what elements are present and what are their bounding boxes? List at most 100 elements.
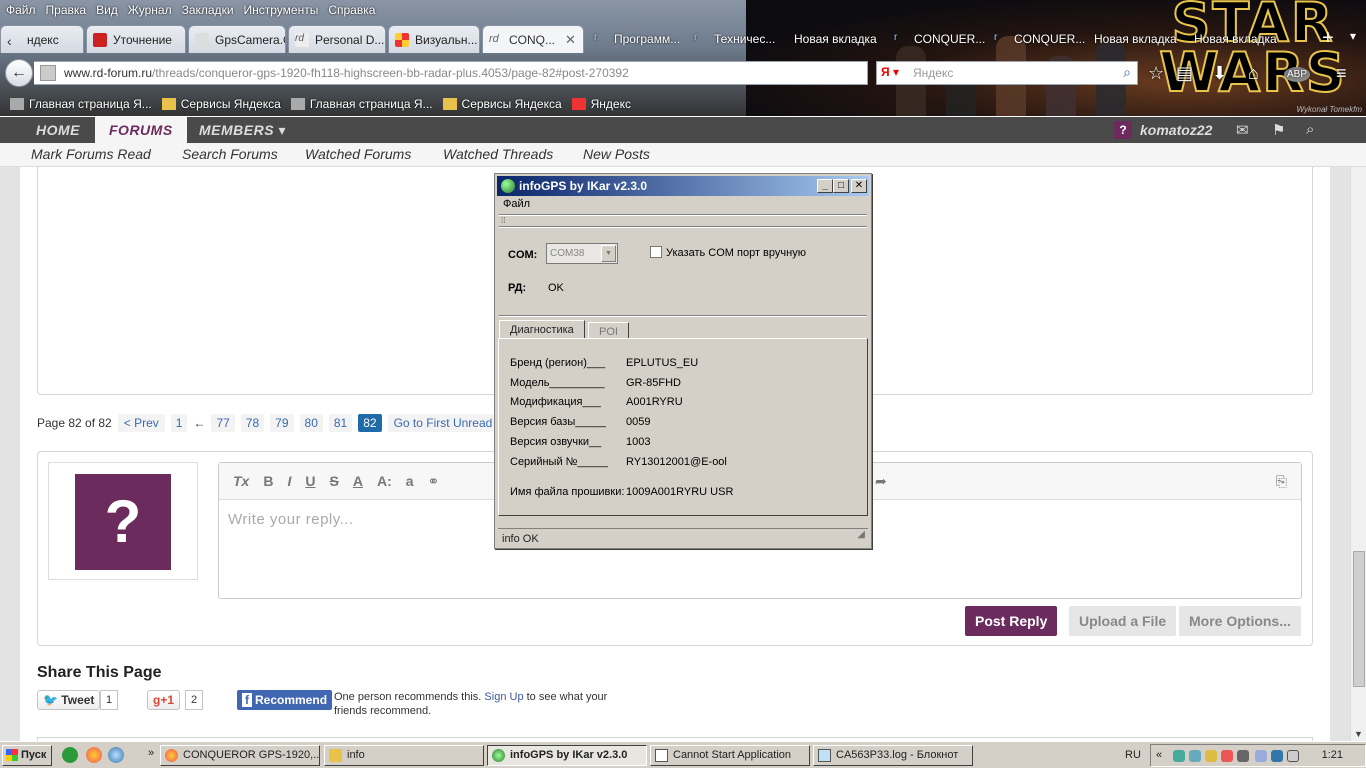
com-port-select[interactable]: COM38 ▼: [546, 243, 618, 264]
scroll-down-arrow-icon[interactable]: ▼: [1354, 729, 1363, 739]
search-icon[interactable]: ⌕: [1123, 64, 1131, 81]
quicklaunch-more-icon[interactable]: »: [148, 747, 154, 759]
menu-help[interactable]: Справка: [328, 3, 375, 17]
tray-app-icon[interactable]: [1173, 750, 1185, 762]
ellipsis-arrow[interactable]: ←: [193, 416, 205, 430]
font-family-icon[interactable]: a: [406, 473, 414, 489]
page-link[interactable]: 1: [170, 414, 188, 432]
menu-file[interactable]: Файл: [503, 198, 530, 210]
task-infogps[interactable]: infoGPS by IKar v2.3.0: [487, 745, 647, 766]
resize-grip-icon[interactable]: ◢: [857, 525, 865, 545]
underline-icon[interactable]: U: [305, 473, 315, 489]
tab-list-chevron-icon[interactable]: ▾: [1350, 29, 1356, 43]
tray-app-icon[interactable]: [1237, 750, 1249, 762]
page-link[interactable]: 78: [240, 414, 265, 432]
yandex-search-icon[interactable]: Я ▾: [881, 65, 899, 79]
new-posts-link[interactable]: New Posts: [583, 146, 650, 162]
home-icon[interactable]: ⌂: [1248, 63, 1259, 84]
tab[interactable]: Уточнение: [86, 25, 186, 53]
page-link[interactable]: 80: [299, 414, 323, 432]
toggle-bbcode-icon[interactable]: ⎘: [1276, 473, 1287, 490]
more-options-button[interactable]: More Options...: [1179, 606, 1301, 636]
tab-scroll-left-icon[interactable]: ‹: [7, 33, 21, 49]
utorrent-icon[interactable]: [62, 747, 78, 763]
tab[interactable]: rd Personal D...: [288, 25, 386, 53]
upload-file-button[interactable]: Upload a File: [1069, 606, 1177, 636]
menu-bookmarks[interactable]: Закладки: [182, 3, 234, 17]
menu-view[interactable]: Вид: [96, 3, 118, 17]
nav-members[interactable]: MEMBERS ▾: [199, 117, 286, 143]
maximize-button[interactable]: □: [833, 179, 849, 193]
tray-expand-icon[interactable]: «: [1156, 749, 1162, 761]
menu-edit[interactable]: Правка: [46, 3, 87, 17]
user-menu[interactable]: ? komatoz22: [1114, 121, 1212, 139]
safely-remove-icon[interactable]: [1255, 750, 1267, 762]
tab[interactable]: Новая вкладка: [1088, 25, 1186, 53]
network-icon[interactable]: [1271, 750, 1283, 762]
bookmark-item[interactable]: Сервисы Яндекса: [442, 97, 562, 111]
tab[interactable]: r CONQUER...: [888, 25, 986, 53]
clock[interactable]: 1:21: [1322, 749, 1343, 761]
inbox-icon[interactable]: ✉: [1236, 121, 1249, 139]
tab[interactable]: GpsCamera.Org: [188, 25, 286, 53]
bookmarks-list-icon[interactable]: ▤: [1176, 63, 1193, 84]
first-unread-link[interactable]: Go to First Unread: [387, 414, 499, 432]
page-scrollbar[interactable]: ▼: [1350, 167, 1366, 741]
search-icon[interactable]: ⌕: [1306, 121, 1314, 138]
scrollbar-thumb[interactable]: [1353, 551, 1365, 687]
bookmark-item[interactable]: Сервисы Яндекса: [161, 97, 281, 111]
tab-active[interactable]: rd CONQ... ✕: [482, 25, 584, 53]
language-indicator[interactable]: RU: [1125, 749, 1141, 761]
google-plus-button[interactable]: g+1: [147, 690, 181, 710]
current-page[interactable]: 82: [358, 414, 382, 432]
menu-file[interactable]: Файл: [6, 3, 36, 17]
redo-icon[interactable]: ➦: [875, 473, 887, 490]
bold-icon[interactable]: B: [263, 473, 273, 489]
new-tab-button[interactable]: +: [1322, 27, 1334, 50]
network-icon[interactable]: [108, 747, 124, 763]
nav-forums[interactable]: FORUMS: [95, 117, 187, 143]
tweet-button[interactable]: 🐦 Tweet: [37, 690, 101, 710]
strikethrough-icon[interactable]: S: [329, 473, 338, 489]
task-notepad[interactable]: CA563P33.log - Блокнот: [813, 745, 973, 766]
dropdown-arrow-icon[interactable]: ▼: [601, 245, 616, 262]
text-color-icon[interactable]: A: [353, 473, 363, 489]
close-tab-icon[interactable]: ✕: [565, 32, 576, 48]
tab-diagnostics[interactable]: Диагностика: [499, 320, 585, 339]
start-button[interactable]: Пуск: [2, 745, 52, 766]
search-forums-link[interactable]: Search Forums: [182, 146, 278, 162]
manual-com-checkbox[interactable]: [650, 246, 662, 258]
bookmark-star-icon[interactable]: ☆: [1148, 63, 1164, 84]
window-titlebar[interactable]: infoGPS by IKar v2.3.0 _ □ ✕: [497, 176, 869, 196]
back-button[interactable]: ←: [5, 59, 33, 87]
font-size-icon[interactable]: A:: [377, 473, 392, 489]
facebook-recommend-button[interactable]: f Recommend: [237, 690, 333, 710]
facebook-signup-link[interactable]: Sign Up: [484, 691, 523, 703]
alerts-flag-icon[interactable]: ⚑: [1272, 121, 1285, 139]
tab[interactable]: r Техничес...: [688, 25, 786, 53]
task-info[interactable]: info: [324, 745, 484, 766]
mark-forums-read-link[interactable]: Mark Forums Read: [31, 146, 151, 162]
download-icon[interactable]: ⬇: [1212, 63, 1227, 84]
hamburger-menu-icon[interactable]: ≡: [1336, 63, 1347, 84]
prev-page-link[interactable]: < Prev: [117, 414, 165, 432]
post-reply-button[interactable]: Post Reply: [965, 606, 1058, 636]
bookmark-item[interactable]: Главная страница Я...: [10, 97, 152, 111]
adblock-icon[interactable]: ABP: [1284, 67, 1311, 82]
tray-app-icon[interactable]: [1221, 750, 1233, 762]
volume-icon[interactable]: [1287, 750, 1299, 762]
menu-history[interactable]: Журнал: [128, 3, 172, 17]
task-conqueror[interactable]: CONQUEROR GPS-1920,...: [160, 745, 320, 766]
tab[interactable]: Новая вкладка: [1188, 25, 1286, 53]
menu-tools[interactable]: Инструменты: [244, 3, 319, 17]
tray-app-icon[interactable]: [1189, 750, 1201, 762]
minimize-button[interactable]: _: [817, 179, 833, 193]
avatar[interactable]: ?: [75, 474, 171, 570]
search-bar[interactable]: Я ▾ Яндекс ⌕: [876, 61, 1138, 85]
page-info-icon[interactable]: [40, 65, 56, 81]
tray-app-icon[interactable]: [1205, 750, 1217, 762]
tab[interactable]: ‹ ндекс: [0, 25, 84, 53]
firefox-icon[interactable]: [86, 747, 102, 763]
page-link[interactable]: 77: [211, 414, 235, 432]
tab[interactable]: r Программ...: [588, 25, 686, 53]
